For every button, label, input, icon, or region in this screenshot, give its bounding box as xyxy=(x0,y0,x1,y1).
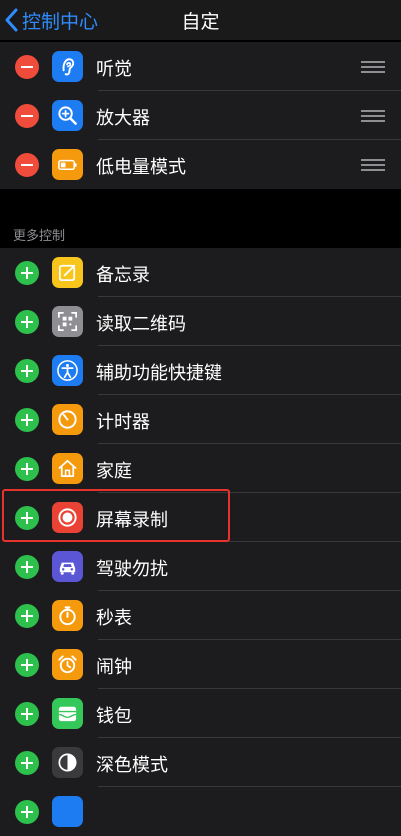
list-item-timer[interactable]: 计时器 xyxy=(0,395,401,444)
item-label: 深色模式 xyxy=(96,755,168,776)
list-item-partial[interactable] xyxy=(0,787,401,836)
list-item-accessibility-shortcut[interactable]: 辅助功能快捷键 xyxy=(0,346,401,395)
add-button[interactable] xyxy=(15,751,39,775)
list-item-magnifier[interactable]: 放大器 xyxy=(0,91,401,140)
timer-icon xyxy=(52,404,83,435)
stopwatch-icon xyxy=(52,600,83,631)
add-button[interactable] xyxy=(15,359,39,383)
item-label: 辅助功能快捷键 xyxy=(96,363,222,384)
add-button[interactable] xyxy=(15,702,39,726)
add-button[interactable] xyxy=(15,653,39,677)
notes-icon xyxy=(52,257,83,288)
remove-button[interactable] xyxy=(15,104,39,128)
item-label: 闹钟 xyxy=(96,657,132,678)
alarm-icon xyxy=(52,649,83,680)
list-item-dark-mode[interactable]: 深色模式 xyxy=(0,738,401,787)
list-item-alarm[interactable]: 闹钟 xyxy=(0,640,401,689)
list-item-low-power-mode[interactable]: 低电量模式 xyxy=(0,140,401,189)
list-item-notes[interactable]: 备忘录 xyxy=(0,248,401,297)
item-label: 家庭 xyxy=(96,461,132,482)
add-button[interactable] xyxy=(15,408,39,432)
item-label: 驾驶勿扰 xyxy=(96,559,168,580)
add-button[interactable] xyxy=(15,506,39,530)
battery-icon xyxy=(52,149,83,180)
magnifier-icon xyxy=(52,100,83,131)
add-button[interactable] xyxy=(15,457,39,481)
item-label: 听觉 xyxy=(96,59,132,80)
remove-button[interactable] xyxy=(15,55,39,79)
home-icon xyxy=(52,453,83,484)
add-button[interactable] xyxy=(15,261,39,285)
section-header-more-controls: 更多控制 xyxy=(13,229,66,244)
car-icon xyxy=(52,551,83,582)
list-item-stopwatch[interactable]: 秒表 xyxy=(0,591,401,640)
add-button[interactable] xyxy=(15,604,39,628)
reorder-handle-icon[interactable] xyxy=(361,110,385,122)
item-label: 秒表 xyxy=(96,608,132,629)
reorder-handle-icon[interactable] xyxy=(361,159,385,171)
partial-icon xyxy=(52,796,83,827)
screen-record-icon xyxy=(52,502,83,533)
list-item-wallet[interactable]: 钱包 xyxy=(0,689,401,738)
add-button[interactable] xyxy=(15,310,39,334)
item-label: 钱包 xyxy=(96,706,132,727)
list-item-home[interactable]: 家庭 xyxy=(0,444,401,493)
item-label: 放大器 xyxy=(96,108,150,129)
qr-code-icon xyxy=(52,306,83,337)
list-item-qr-code[interactable]: 读取二维码 xyxy=(0,297,401,346)
ear-icon xyxy=(52,51,83,82)
list-item-hearing[interactable]: 听觉 xyxy=(0,42,401,91)
item-label: 计时器 xyxy=(96,412,150,433)
remove-button[interactable] xyxy=(15,153,39,177)
item-label: 低电量模式 xyxy=(96,157,186,178)
reorder-handle-icon[interactable] xyxy=(361,61,385,73)
item-label: 读取二维码 xyxy=(96,314,186,335)
more-controls-list: 备忘录 读取二维码 辅助功能快捷键 计时器 家庭 屏幕录制 驾驶勿扰 秒表 闹钟… xyxy=(0,248,401,836)
list-item-screen-recording[interactable]: 屏幕录制 xyxy=(0,493,401,542)
item-label: 屏幕录制 xyxy=(96,510,168,531)
navigation-bar: 控制中心 自定 xyxy=(0,0,401,40)
item-label: 备忘录 xyxy=(96,265,150,286)
add-button[interactable] xyxy=(15,555,39,579)
page-title: 自定 xyxy=(181,11,220,33)
included-controls-list: 听觉 放大器 低电量模式 xyxy=(0,42,401,189)
accessibility-icon xyxy=(52,355,83,386)
list-item-do-not-disturb-while-driving[interactable]: 驾驶勿扰 xyxy=(0,542,401,591)
wallet-icon xyxy=(52,698,83,729)
add-button[interactable] xyxy=(15,800,39,824)
dark-mode-icon xyxy=(52,747,83,778)
